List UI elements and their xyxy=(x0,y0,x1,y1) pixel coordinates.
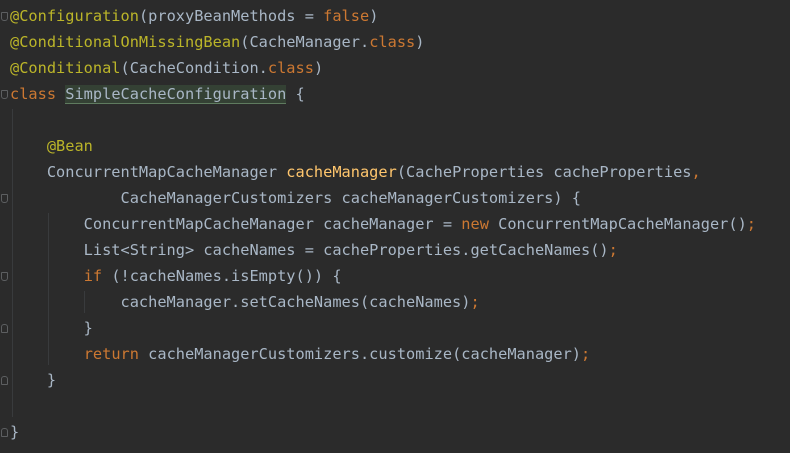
code-token: class xyxy=(10,85,66,103)
code-token: @Conditional xyxy=(10,59,121,77)
code-line[interactable]: ConcurrentMapCacheManager cacheManager(C… xyxy=(10,159,701,185)
code-token: SimpleCacheConfiguration xyxy=(65,85,287,104)
code-line[interactable]: CacheManagerCustomizers cacheManagerCust… xyxy=(10,185,582,211)
fold-collapse-icon[interactable] xyxy=(1,324,8,333)
code-token: ; xyxy=(581,345,591,363)
code-line[interactable]: } xyxy=(10,367,56,393)
code-line[interactable]: ConcurrentMapCacheManager cacheManager =… xyxy=(10,211,756,237)
code-token: @ConditionalOnMissingBean xyxy=(10,33,241,51)
code-token: new xyxy=(461,215,499,233)
code-line[interactable]: cacheManager.setCacheNames(cacheNames); xyxy=(10,289,480,315)
code-token: } xyxy=(10,319,93,337)
code-token: cacheManager xyxy=(286,163,397,181)
code-token: CacheManagerCustomizers cacheManagerCust… xyxy=(10,189,582,207)
code-line[interactable]: class SimpleCacheConfiguration { xyxy=(10,81,305,107)
code-token: cacheManagerCustomizers.customize(cacheM… xyxy=(148,345,582,363)
code-token: ) xyxy=(415,33,425,51)
code-token: List<String> cacheNames = cachePropertie… xyxy=(10,241,609,259)
code-line[interactable]: List<String> cacheNames = cachePropertie… xyxy=(10,237,618,263)
code-token: (!cacheNames.isEmpty()) { xyxy=(111,267,342,285)
code-token: (CacheManager. xyxy=(240,33,370,51)
code-token: , xyxy=(691,163,701,181)
code-token: @Bean xyxy=(46,137,93,155)
code-token: ConcurrentMapCacheManager() xyxy=(498,215,747,233)
code-token: ; xyxy=(470,293,480,311)
fold-expand-icon[interactable] xyxy=(1,272,8,281)
code-token: } xyxy=(10,423,20,441)
fold-collapse-icon[interactable] xyxy=(1,376,8,385)
code-token: } xyxy=(10,371,57,389)
code-editor[interactable]: @Configuration(proxyBeanMethods = false)… xyxy=(0,0,790,453)
fold-collapse-icon[interactable] xyxy=(1,428,8,437)
code-token: cacheManager.setCacheNames(cacheNames) xyxy=(10,293,471,311)
code-line[interactable]: } xyxy=(10,315,93,341)
code-line[interactable]: @ConditionalOnMissingBean(CacheManager.c… xyxy=(10,29,424,55)
code-token: { xyxy=(286,85,305,103)
code-token: class xyxy=(267,59,314,77)
code-line[interactable]: if (!cacheNames.isEmpty()) { xyxy=(10,263,342,289)
code-line[interactable]: return cacheManagerCustomizers.customize… xyxy=(10,341,591,367)
code-token: class xyxy=(369,33,416,51)
code-line[interactable]: @Bean xyxy=(10,133,93,159)
code-token: (CacheCondition. xyxy=(120,59,268,77)
code-token: ConcurrentMapCacheManager cacheManager = xyxy=(10,215,462,233)
code-token: ; xyxy=(746,215,757,233)
code-token: ) xyxy=(369,7,379,25)
code-token: ; xyxy=(608,241,618,259)
code-token: return xyxy=(83,345,149,363)
code-token: (CacheProperties cacheProperties xyxy=(396,163,692,181)
code-token: @Configuration xyxy=(10,7,139,25)
code-token: (proxyBeanMethods = xyxy=(138,7,324,25)
code-token: ConcurrentMapCacheManager xyxy=(10,163,287,181)
fold-expand-icon[interactable] xyxy=(1,12,8,21)
code-line[interactable]: @Conditional(CacheCondition.class) xyxy=(10,55,323,81)
code-line[interactable]: } xyxy=(10,419,19,445)
code-token: ) xyxy=(313,59,324,77)
fold-expand-icon[interactable] xyxy=(1,90,8,99)
code-line[interactable]: @Configuration(proxyBeanMethods = false) xyxy=(10,3,378,29)
editor-gutter[interactable] xyxy=(0,0,10,453)
code-token: if xyxy=(83,267,112,285)
fold-expand-icon[interactable] xyxy=(1,194,8,203)
code-token: false xyxy=(323,7,370,25)
